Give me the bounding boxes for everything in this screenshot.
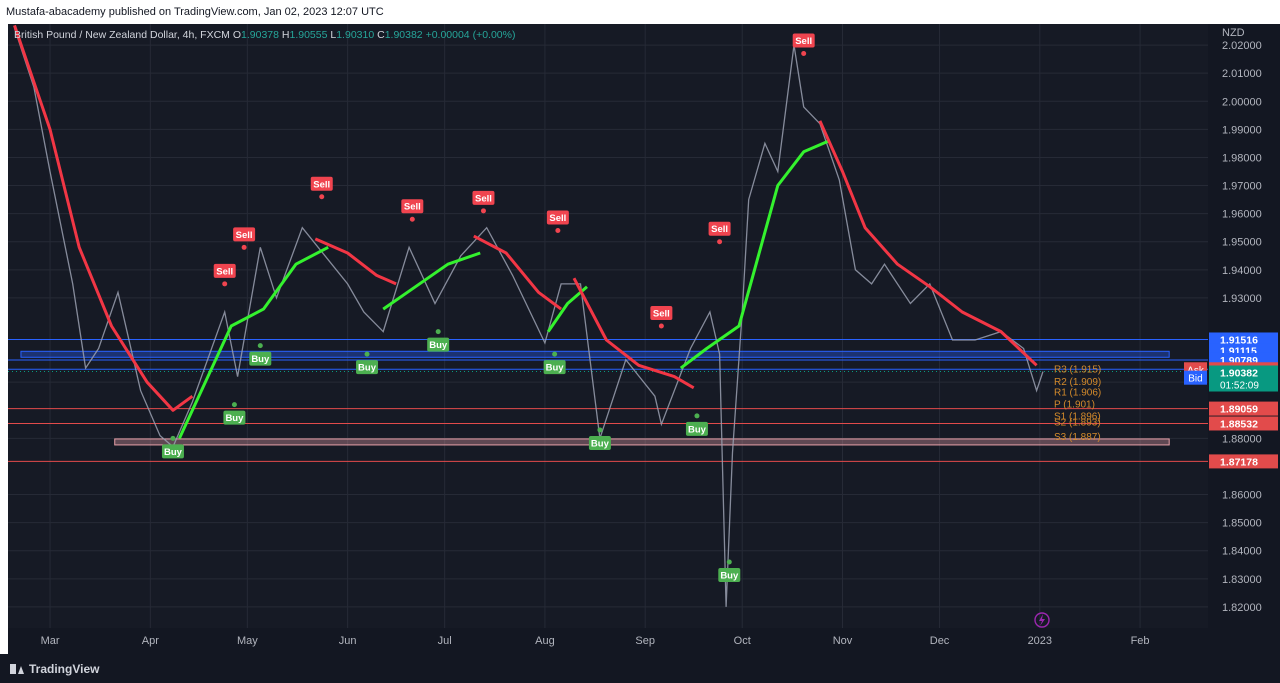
y-tick-label: 1.88000	[1222, 433, 1262, 445]
x-tick-label: Oct	[734, 635, 751, 647]
pivot-label: S2 (1.893)	[1054, 418, 1101, 429]
signal-label: Buy	[358, 363, 377, 374]
price-tag-label: 1.88532	[1220, 418, 1258, 430]
pink-zone	[114, 438, 1170, 446]
y-tick-label: 1.94000	[1222, 265, 1262, 277]
tradingview-logo-icon	[10, 664, 24, 674]
y-tick-label: 1.84000	[1222, 546, 1262, 558]
symbol-header: British Pound / New Zealand Dollar, 4h, …	[14, 29, 515, 41]
signal-dot	[555, 227, 561, 233]
ohlc-value: 1.90378	[241, 29, 282, 41]
tradingview-logo-text: TradingView	[29, 662, 100, 676]
y-tick-label: 1.96000	[1222, 209, 1262, 221]
signal-label: Sell	[549, 213, 566, 224]
y-tick-label: 2.02000	[1222, 40, 1262, 52]
ohlc-value: 1.90555	[290, 29, 331, 41]
x-tick-label: Apr	[142, 635, 159, 647]
signal-label: Sell	[404, 202, 421, 213]
x-tick-label: Mar	[41, 635, 60, 647]
side-tag-label: Bid	[1188, 374, 1202, 385]
signal-label: Buy	[164, 447, 183, 458]
signal-label: Buy	[688, 424, 707, 435]
x-tick-label: Dec	[930, 635, 950, 647]
symbol-name: British Pound / New Zealand Dollar, 4h, …	[14, 29, 233, 41]
signal-dot	[717, 239, 723, 245]
x-tick-label: Aug	[535, 635, 555, 647]
signal-dot	[801, 50, 807, 56]
y-tick-label: 1.98000	[1222, 152, 1262, 164]
signal-label: Sell	[313, 179, 330, 190]
ohlc-value: 1.90310	[336, 29, 377, 41]
currency-label: NZD	[1222, 27, 1245, 39]
signal-dot	[480, 208, 486, 214]
countdown-label: 01:52:09	[1220, 381, 1259, 392]
x-tick-label: Nov	[833, 635, 853, 647]
signal-dot	[597, 427, 603, 433]
pivot-label: R3 (1.915)	[1054, 365, 1101, 376]
signal-label: Buy	[225, 413, 244, 424]
y-tick-label: 2.00000	[1222, 96, 1262, 108]
tradingview-logo[interactable]: TradingView	[10, 662, 99, 676]
signal-label: Sell	[216, 266, 233, 277]
y-tick-label: 1.85000	[1222, 518, 1262, 530]
signal-dot	[170, 435, 176, 441]
signal-dot	[319, 194, 325, 200]
chart-panel[interactable]: 2.02000 2.01000 2.00000 1.99000 1.98000 1.970…	[8, 24, 1280, 654]
signal-dot	[222, 281, 228, 287]
footer-bar: TradingView	[0, 654, 1280, 683]
signal-label: Sell	[475, 193, 492, 204]
pivot-label: R1 (1.906)	[1054, 387, 1101, 398]
signal-dot	[364, 351, 370, 357]
signal-label: Sell	[236, 230, 253, 241]
ohlc-value: 1.90382	[385, 29, 426, 41]
signal-dot	[658, 323, 664, 329]
price-chart[interactable]: 2.02000 2.01000 2.00000 1.99000 1.98000 1.970…	[8, 24, 1280, 654]
ohlc-key: H	[282, 29, 290, 41]
y-tick-label: 1.82000	[1222, 602, 1262, 614]
y-tick-label: 1.93000	[1222, 293, 1262, 305]
x-tick-label: Jul	[438, 635, 452, 647]
y-tick-label: 1.99000	[1222, 124, 1262, 136]
signal-label: Sell	[711, 224, 728, 235]
signal-dot	[409, 216, 415, 222]
signal-dot	[241, 244, 247, 250]
signal-label: Sell	[795, 36, 812, 47]
y-tick-label: 1.95000	[1222, 237, 1262, 249]
signal-label: Sell	[653, 309, 670, 320]
x-tick-label: Sep	[635, 635, 655, 647]
ohlc-key: O	[233, 29, 241, 41]
x-tick-label: Jun	[339, 635, 357, 647]
pivot-label: S3 (1.887)	[1054, 432, 1101, 443]
price-tag-label: 1.87178	[1220, 456, 1258, 468]
y-tick-label: 1.86000	[1222, 490, 1262, 502]
blue-zone	[20, 350, 1170, 358]
x-tick-label: May	[237, 635, 258, 647]
signal-dot	[552, 351, 558, 357]
publish-line: Mustafa-abacademy published on TradingVi…	[6, 6, 384, 18]
signal-dot	[694, 413, 700, 419]
y-tick-label: 2.01000	[1222, 68, 1262, 80]
last-price-label: 1.90382	[1220, 368, 1258, 380]
signal-label: Buy	[720, 570, 739, 581]
x-tick-label: Feb	[1131, 635, 1150, 647]
price-tag-label: 1.89059	[1220, 404, 1258, 416]
signal-dot	[726, 559, 732, 565]
y-tick-label: 1.97000	[1222, 181, 1262, 193]
signal-label: Buy	[251, 354, 270, 365]
signal-label: Buy	[546, 363, 565, 374]
signal-label: Buy	[591, 438, 610, 449]
x-tick-label: 2023	[1028, 635, 1052, 647]
change-value: +0.00004 (+0.00%)	[426, 29, 516, 41]
signal-dot	[231, 402, 237, 408]
signal-dot	[435, 329, 441, 335]
y-tick-label: 1.83000	[1222, 574, 1262, 586]
pivot-label: P (1.901)	[1054, 400, 1095, 411]
signal-label: Buy	[429, 340, 448, 351]
publish-header: Mustafa-abacademy published on TradingVi…	[0, 0, 1280, 24]
signal-dot	[257, 343, 263, 349]
